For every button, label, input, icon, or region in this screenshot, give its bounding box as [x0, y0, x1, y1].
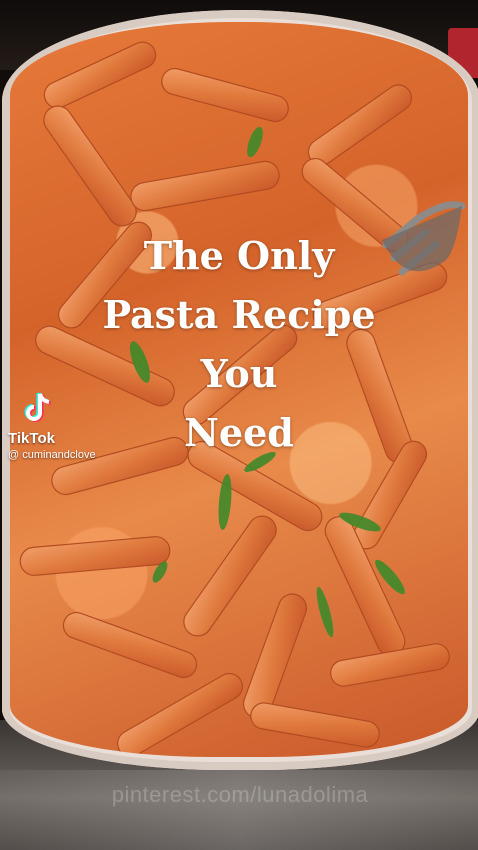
- video-frame: The Only Pasta Recipe You Need TikTok @ …: [0, 0, 478, 850]
- headline-line-1: The Only: [143, 233, 335, 278]
- headline-line-2: Pasta Recipe: [102, 292, 376, 337]
- headline-overlay: The Only Pasta Recipe You Need: [0, 226, 478, 462]
- pinterest-watermark: pinterest.com/lunadolima: [111, 782, 369, 807]
- creator-handle: @ cuminandclove: [8, 449, 96, 461]
- headline-line-3: You: [200, 351, 278, 396]
- tiktok-logo-icon: [24, 392, 51, 422]
- tiktok-brand-label: TikTok: [8, 430, 55, 447]
